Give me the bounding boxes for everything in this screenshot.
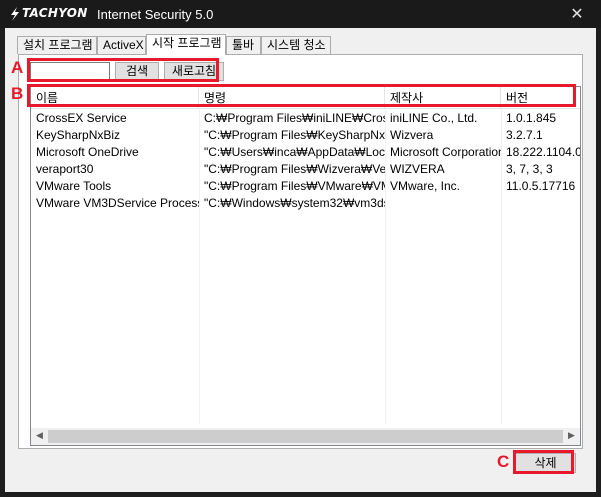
tab-startup-programs[interactable]: 시작 프로그램 [146,34,226,55]
cell-version: 18.222.1104.0... [506,145,580,159]
cell-publisher: WIZVERA [390,162,445,176]
scroll-left-icon[interactable]: ◀ [31,428,48,445]
cell-name: Microsoft OneDrive [36,145,139,159]
startup-panel: 검색 새로고침 이름 명령 제작사 버전 CrossEX Service C:₩… [18,54,583,449]
annotation-label-a: A [11,58,24,77]
tab-activex[interactable]: ActiveX [97,36,146,54]
delete-button[interactable]: 삭제 [515,453,576,473]
search-button[interactable]: 검색 [115,62,159,81]
refresh-button[interactable]: 새로고침 [164,62,224,81]
cell-command: "C:₩Program Files₩VMware₩VMwar... [204,179,385,193]
cell-command: "C:₩Program Files₩KeySharpNxBiz₩... [204,128,385,142]
table-row[interactable]: Microsoft OneDrive "C:₩Users₩inca₩AppDat… [31,144,580,161]
cell-name: KeySharpNxBiz [36,128,121,142]
cell-command: "C:₩Users₩inca₩AppData₩Local₩M... [204,145,385,159]
window-title: Internet Security 5.0 [97,7,214,22]
scroll-right-icon[interactable]: ▶ [563,428,580,445]
startup-list[interactable]: 이름 명령 제작사 버전 CrossEX Service C:₩Program … [30,86,581,446]
cell-publisher: VMware, Inc. [390,179,461,193]
table-row[interactable]: CrossEX Service C:₩Program Files₩iniLINE… [31,110,580,127]
close-button[interactable]: ✕ [567,4,587,24]
cell-publisher: Wizvera [390,128,434,142]
main-window: 설치 프로그램 ActiveX 시작 프로그램 툴바 시스템 청소 검색 새로고… [5,28,596,492]
column-command[interactable]: 명령 [199,87,385,109]
table-row[interactable]: veraport30 "C:₩Program Files₩Wizvera₩Ver… [31,161,580,178]
title-bar: TACHYON Internet Security 5.0 ✕ [0,0,601,28]
tab-toolbar[interactable]: 툴바 [226,36,261,54]
cell-name: veraport30 [36,162,94,176]
list-rows: CrossEX Service C:₩Program Files₩iniLINE… [31,110,580,424]
table-row[interactable]: KeySharpNxBiz "C:₩Program Files₩KeySharp… [31,127,580,144]
annotation-label-b: B [11,84,24,103]
column-publisher[interactable]: 제작사 [385,87,501,109]
column-name[interactable]: 이름 [31,87,199,109]
cell-name: VMware VM3DService Process [36,196,199,210]
cell-name: CrossEX Service [36,111,127,125]
column-version[interactable]: 버전 [501,87,580,109]
cell-version: 3.2.7.1 [506,128,543,142]
column-header: 이름 명령 제작사 버전 [31,87,580,109]
tachyon-logo-icon [11,7,19,21]
table-row[interactable]: VMware VM3DService Process "C:₩Windows₩s… [31,195,580,212]
tab-installed-programs[interactable]: 설치 프로그램 [17,36,97,54]
annotation-label-c: C [497,452,510,471]
table-row[interactable]: VMware Tools "C:₩Program Files₩VMware₩VM… [31,178,580,195]
cell-command: "C:₩Windows₩system32₩vm3dservi... [204,196,385,210]
cell-publisher [385,195,501,212]
cell-publisher: iniLINE Co., Ltd. [390,111,478,125]
tab-system-cleanup[interactable]: 시스템 청소 [261,36,331,54]
horizontal-scrollbar[interactable]: ◀ ▶ [31,428,580,445]
cell-name: VMware Tools [36,179,112,193]
cell-version: 3, 7, 3, 3 [506,162,553,176]
cell-version: 11.0.5.17716 [506,179,576,193]
brand-name: TACHYON [22,6,88,20]
search-input[interactable] [30,62,110,81]
scroll-thumb[interactable] [48,430,563,443]
cell-command: C:₩Program Files₩iniLINE₩CrossEX₩... [204,111,385,125]
cell-version: 1.0.1.845 [506,111,557,125]
cell-version [501,195,580,212]
cell-publisher: Microsoft Corporation [390,145,501,159]
cell-command: "C:₩Program Files₩Wizvera₩Verapo... [204,162,385,176]
